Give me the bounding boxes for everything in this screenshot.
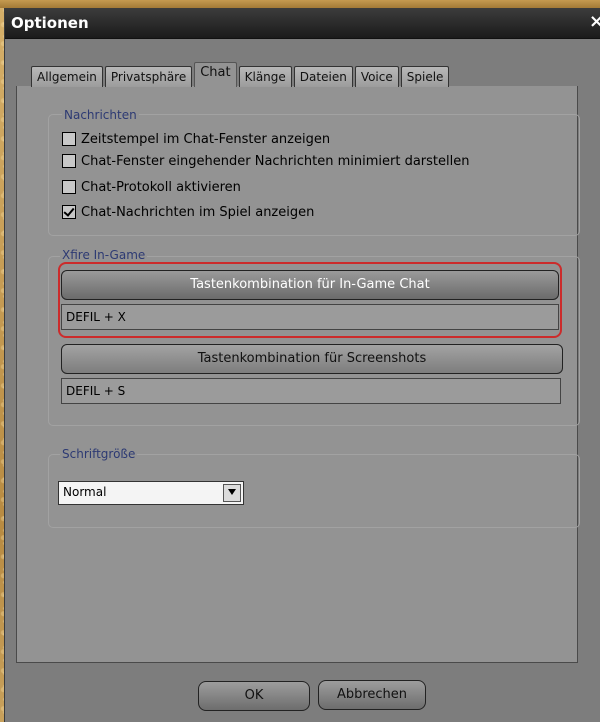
ok-button[interactable]: OK <box>198 681 310 711</box>
font-size-value: Normal <box>63 485 107 499</box>
timestamp-checkbox[interactable] <box>62 132 76 146</box>
tab-chat[interactable]: Chat <box>194 62 237 87</box>
window-title: Optionen <box>11 14 89 32</box>
screenshot-hotkey-button[interactable]: Tastenkombination für Screenshots <box>61 344 563 374</box>
font-size-select[interactable]: Normal <box>58 481 244 505</box>
screenshot-hotkey-field[interactable]: DEFIL + S <box>61 378 561 404</box>
tab-klaenge[interactable]: Klänge <box>238 66 292 87</box>
tab-dateien[interactable]: Dateien <box>293 66 353 87</box>
chevron-down-icon[interactable] <box>223 484 241 502</box>
highlight-outline <box>58 262 562 338</box>
option-timestamp[interactable]: Zeitstempel im Chat-Fenster anzeigen <box>62 130 330 148</box>
tab-voice[interactable]: Voice <box>354 66 399 87</box>
messages-group-label: Nachrichten <box>62 108 139 122</box>
ingame-messages-checkbox[interactable] <box>62 205 76 219</box>
close-icon[interactable]: × <box>589 12 600 32</box>
ingame-group-label: Xfire In-Game <box>60 248 148 262</box>
option-chat-log[interactable]: Chat-Protokoll aktivieren <box>62 178 241 196</box>
tab-privatsphaere[interactable]: Privatsphäre <box>104 66 193 87</box>
title-bar: Optionen × <box>5 8 600 39</box>
minimized-checkbox[interactable] <box>62 154 76 168</box>
minimized-label: Chat-Fenster eingehender Nachrichten min… <box>81 153 470 169</box>
font-size-group-label: Schriftgröße <box>60 447 138 461</box>
timestamp-label: Zeitstempel im Chat-Fenster anzeigen <box>81 131 331 147</box>
ingame-messages-label: Chat-Nachrichten im Spiel anzeigen <box>81 204 315 220</box>
tab-allgemein[interactable]: Allgemein <box>31 66 103 87</box>
tab-bar: Allgemein Privatsphäre Chat Klänge Datei… <box>31 62 451 87</box>
option-minimized[interactable]: Chat-Fenster eingehender Nachrichten min… <box>62 152 469 170</box>
chat-log-label: Chat-Protokoll aktivieren <box>81 179 241 195</box>
option-ingame-messages[interactable]: Chat-Nachrichten im Spiel anzeigen <box>62 203 314 221</box>
chat-log-checkbox[interactable] <box>62 180 76 194</box>
background-strip <box>0 0 600 8</box>
cancel-button[interactable]: Abbrechen <box>318 680 426 710</box>
tab-spiele[interactable]: Spiele <box>400 66 450 87</box>
